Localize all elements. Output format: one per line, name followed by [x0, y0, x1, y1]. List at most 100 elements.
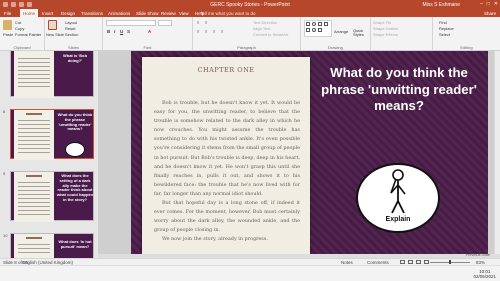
find-button[interactable]: Find [439, 20, 447, 25]
font-size-dropdown[interactable] [158, 20, 172, 26]
shape-effects-button[interactable]: Shape Effects [373, 32, 398, 37]
vertical-scrollbar[interactable] [494, 51, 500, 258]
slide-sorter-icon[interactable] [408, 259, 413, 264]
ribbon: Paste Cut Copy Format Painter Clipboard … [0, 17, 500, 51]
clipboard-group: Paste Cut Copy Format Painter Clipboard [0, 17, 45, 51]
shape-outline-button[interactable]: Shape Outline [373, 26, 398, 31]
quick-styles-button[interactable]: Quick Styles [353, 29, 370, 37]
line-shape-icon[interactable] [324, 22, 328, 26]
slide-thumbnails-pane[interactable]: What is 'Bob doing?' 8 What do you think… [0, 51, 98, 258]
explain-icon[interactable]: Explain [356, 163, 440, 233]
align-center-icon[interactable]: ≡ [205, 29, 207, 34]
shapes-gallery[interactable] [304, 20, 332, 37]
tell-me-search[interactable]: Tell me what you want to do [200, 11, 256, 16]
select-button[interactable]: Select [439, 32, 450, 37]
layout-button[interactable]: Layout [65, 20, 77, 25]
share-button[interactable]: Share [484, 11, 496, 16]
paste-button[interactable]: Paste [3, 32, 13, 37]
tab-home[interactable]: Home [20, 9, 39, 17]
format-painter-button[interactable]: Format Painter [15, 32, 41, 37]
tab-insert[interactable]: Insert [42, 11, 53, 16]
replace-button[interactable]: Replace [439, 26, 454, 31]
story-paragraph: Bob is trouble, but he doesn't know it y… [154, 100, 300, 197]
bold-button[interactable]: B [107, 29, 110, 34]
new-slide-button[interactable]: New Slide [46, 32, 64, 37]
zoom-slider-thumb[interactable] [449, 260, 451, 264]
rectangle-shape-icon[interactable] [306, 22, 310, 26]
reset-button[interactable]: Reset [65, 26, 75, 31]
shape-fill-button[interactable]: Shape Fill [373, 20, 391, 25]
arrange-button[interactable]: Arrange [334, 29, 348, 34]
maximize-icon[interactable]: □ [487, 1, 490, 7]
tab-review[interactable]: Review [161, 11, 176, 16]
current-slide[interactable]: CHAPTER ONE Bob is trouble, but he doesn… [131, 51, 488, 254]
text-direction-button[interactable]: Text Direction [253, 20, 277, 25]
thumbnail-page [14, 172, 54, 222]
thumbnail-question: What does 'in hot pursuit' mean? [58, 239, 92, 249]
thumbnail-question: What do you think the phrase 'unwitting … [57, 112, 93, 132]
previous-slide-hint[interactable]: Previous Slide [466, 253, 490, 257]
tab-animations[interactable]: Animations [108, 11, 130, 16]
slide-thumbnail-8[interactable]: What do you think the phrase 'unwitting … [10, 109, 94, 160]
bullets-icon[interactable]: ≡ [197, 20, 199, 25]
drawing-group: Arrange Quick Styles Drawing [301, 17, 371, 51]
slide-thumbnail-9[interactable]: What does the setting of a dark ally mak… [10, 171, 94, 222]
convert-smartart-button[interactable]: Convert to SmartArt [253, 32, 288, 37]
font-group: B I U S A Font [103, 17, 193, 51]
book-page-image[interactable]: CHAPTER ONE Bob is trouble, but he doesn… [142, 57, 310, 254]
font-label: Font [143, 45, 152, 50]
section-button[interactable]: Section [65, 32, 78, 37]
thumbnail-question: What does the setting of a dark ally mak… [56, 173, 94, 202]
circle-shape-icon[interactable] [312, 28, 316, 32]
underline-button[interactable]: U [120, 29, 123, 34]
ribbon-tabs: File Home Insert Design Transitions Anim… [0, 9, 500, 17]
taskbar-clock[interactable]: 10:01 02/05/2021 [473, 269, 496, 279]
slides-group: New Slide Layout Reset Section Slides [45, 17, 103, 51]
tab-transitions[interactable]: Transitions [81, 11, 103, 16]
tab-design[interactable]: Design [61, 11, 75, 16]
slide-question[interactable]: What do you think the phrase 'unwitting … [315, 65, 483, 115]
close-icon[interactable]: ✕ [494, 1, 498, 7]
paste-icon[interactable] [3, 20, 12, 30]
triangle-shape-icon[interactable] [318, 22, 322, 26]
italic-button[interactable]: I [114, 29, 115, 34]
taskbar: 10:01 02/05/2021 [0, 265, 500, 281]
tab-slide-show[interactable]: Slide Show [136, 11, 159, 16]
new-slide-icon[interactable] [48, 20, 57, 30]
slides-label: Slides [68, 45, 79, 50]
slide-thumbnail-7[interactable]: What is 'Bob doing?' [10, 51, 94, 98]
drawing-label: Drawing [328, 45, 343, 50]
thumbnail-page [14, 110, 54, 160]
font-family-dropdown[interactable] [106, 20, 156, 26]
story-text: Bob is trouble, but he doesn't know it y… [154, 99, 300, 245]
title-bar: GERC Spooky Stories - PowerPoint Miss S … [0, 0, 500, 9]
slide-thumbnail-10[interactable]: What does 'in hot pursuit' mean? [10, 233, 94, 258]
shadow-button[interactable]: S [127, 29, 130, 34]
window-controls: – □ ✕ [480, 1, 498, 7]
minimize-icon[interactable]: – [480, 1, 483, 7]
star-shape-icon[interactable] [318, 28, 322, 32]
align-right-icon[interactable]: ≡ [213, 29, 215, 34]
justify-icon[interactable]: ≡ [221, 29, 223, 34]
user-name[interactable]: Miss S Eshmane [422, 2, 460, 8]
slideshow-view-icon[interactable] [424, 259, 429, 264]
paragraph-label: Paragraph [237, 45, 256, 50]
editing-group: Find Replace Select Editing [433, 17, 500, 51]
numbering-icon[interactable]: ≡ [205, 20, 207, 25]
tab-file[interactable]: File [4, 11, 11, 16]
cut-button[interactable]: Cut [15, 20, 21, 25]
align-left-icon[interactable]: ≡ [197, 29, 199, 34]
clipboard-label: Clipboard [13, 45, 31, 50]
arrow-shape-icon[interactable] [306, 28, 310, 32]
oval-shape-icon[interactable] [312, 22, 316, 26]
tab-view[interactable]: View [179, 11, 189, 16]
view-buttons [400, 259, 429, 264]
story-paragraph: But that hopeful day is a long stone off… [154, 200, 300, 234]
reading-view-icon[interactable] [416, 259, 421, 264]
chapter-heading: CHAPTER ONE [197, 66, 255, 74]
paragraph-group: ≡ ≡ ≡ ≡ ≡ ≡ Text Direction Align Text Co… [193, 17, 301, 51]
copy-button[interactable]: Copy [15, 26, 24, 31]
font-color-button[interactable]: A [148, 29, 151, 34]
align-text-button[interactable]: Align Text [253, 26, 270, 31]
normal-view-icon[interactable] [400, 259, 405, 264]
